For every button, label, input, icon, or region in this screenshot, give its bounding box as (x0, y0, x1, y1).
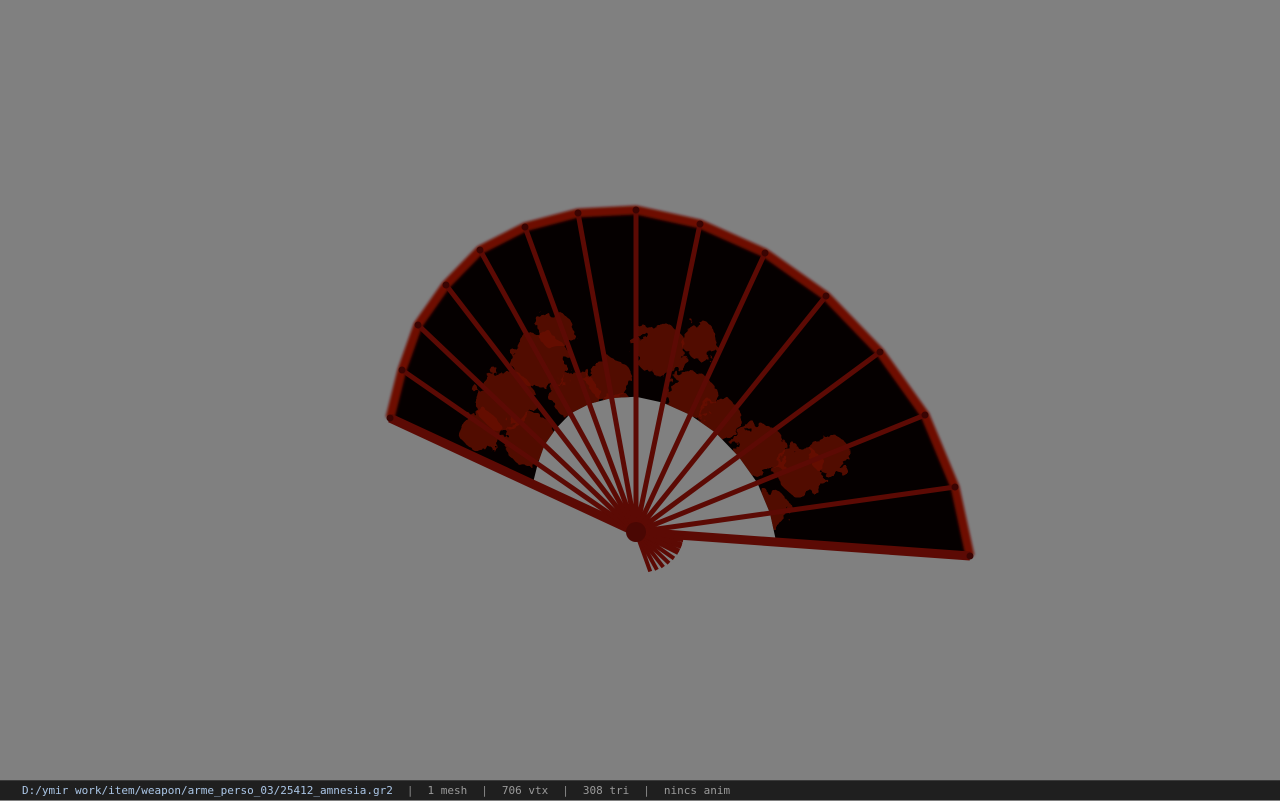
status-bar: D:/ymir work/item/weapon/arme_perso_03/2… (0, 780, 1280, 800)
animation-status: nincs anim (663, 783, 731, 797)
rib-tip (921, 411, 929, 419)
rib-tip (632, 206, 640, 214)
mesh-count: 1 mesh (427, 783, 468, 797)
status-separator: | (406, 783, 414, 797)
rib-tip (696, 220, 704, 228)
rib-tip (876, 348, 884, 356)
status-separator: | (481, 783, 488, 797)
status-separator: | (562, 783, 569, 797)
rib-tip (761, 249, 769, 257)
hub-rivet (626, 522, 646, 542)
rib-tip (476, 246, 484, 254)
rib-tip (398, 366, 406, 374)
rib-tip (574, 209, 582, 217)
rib-tip (521, 223, 529, 231)
rib-tip (442, 281, 450, 289)
model-file-path: D:/ymir work/item/weapon/arme_perso_03/2… (22, 783, 393, 797)
rib-tip (966, 552, 974, 560)
status-separator: | (643, 783, 650, 797)
3d-viewport[interactable] (0, 0, 1280, 780)
rib-tip (951, 483, 959, 491)
rib-tip (822, 292, 830, 300)
vertex-count: 706 vtx (501, 783, 549, 797)
pattern-blob (682, 322, 718, 358)
rib-tip (386, 414, 394, 422)
rib-tip (414, 321, 422, 329)
fan-model (385, 205, 975, 573)
pattern-blob (604, 394, 636, 426)
triangle-count: 308 tri (582, 783, 630, 797)
